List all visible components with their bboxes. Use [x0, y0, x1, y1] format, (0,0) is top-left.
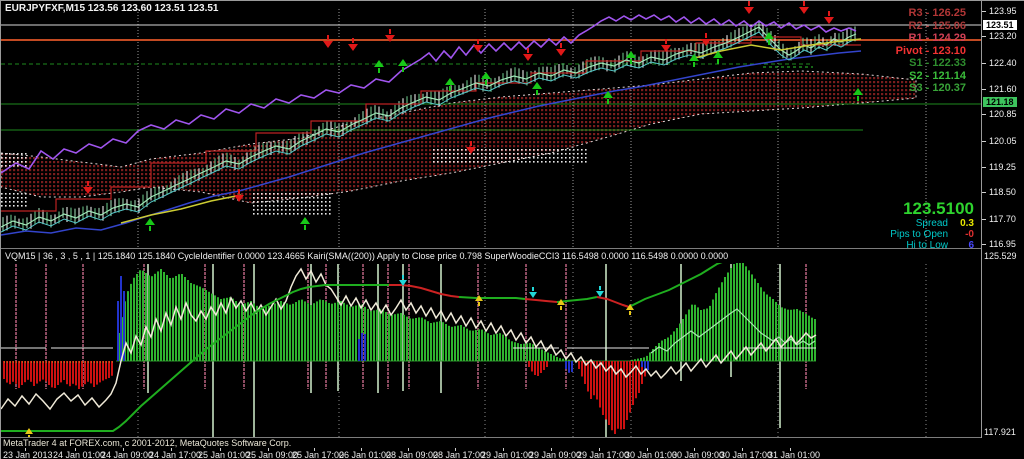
time-label: 26 Jan 01:00 [339, 450, 391, 459]
info-value: 0.3 [948, 218, 974, 229]
time-label: 28 Jan 09:00 [386, 450, 438, 459]
time-label: 24 Jan 17:00 [149, 450, 201, 459]
info-label: Hi to Low [906, 240, 948, 251]
white-dot-band [431, 149, 589, 163]
buy-signal-arrow [398, 59, 408, 72]
bid-price-tag: 123.51 [983, 20, 1017, 30]
lower-indicator-canvas[interactable] [1, 263, 981, 438]
axis-tick-label: 120.85 [989, 109, 1017, 119]
indicator-scale-bottom: 117.921 [984, 427, 1016, 437]
axis-tick-mark [982, 167, 986, 168]
time-label: 30 Jan 17:00 [720, 450, 772, 459]
sell-signal-arrow [824, 11, 834, 24]
axis-tick-mark [982, 11, 986, 12]
level-price-tag: 121.18 [983, 97, 1017, 107]
info-value: 6 [948, 240, 974, 251]
pivot-label: Pivot - 123.10 [896, 45, 966, 58]
info-row: Hi to Low6 [890, 240, 974, 251]
indicator-header: VQM15 | 36 , 3 , 5 , 1 | 125.1840 125.18… [5, 251, 728, 261]
time-label: 29 Jan 01:00 [481, 450, 533, 459]
info-label: Spread [916, 218, 948, 229]
pivot-levels-stack: R3 - 126.25R2 - 125.06R1 - 124.29Pivot -… [896, 7, 966, 95]
buy-signal-arrow [532, 82, 542, 95]
current-price: 123.5100 [890, 200, 974, 218]
pivot-label: R3 - 126.25 [896, 7, 966, 20]
buy-signal-arrow [374, 60, 384, 73]
axis-tick-mark [982, 141, 986, 142]
sell-signal-arrow [323, 35, 333, 48]
price-axis[interactable]: 123.95 123.20 122.40 121.60 120.85 120.05 119.… [981, 1, 1024, 438]
axis-tick-label: 123.20 [989, 31, 1017, 41]
time-label: 25 Jan 17:00 [292, 450, 344, 459]
mt4-window: EURJPYFXF,M15 123.56 123.60 123.51 123.5… [0, 0, 1024, 459]
yellow-up-arrow [475, 295, 483, 306]
white-dot-band [1, 191, 27, 209]
axis-tick-mark [982, 114, 986, 115]
indicator-scale-top: 125.529 [984, 251, 1017, 261]
info-rows: Spread0.3Pips to Open-0Hi to Low6 [890, 218, 974, 251]
white-dot-band [251, 193, 333, 215]
time-axis[interactable]: 23 Jan 201324 Jan 01:0024 Jan 09:0024 Ja… [1, 449, 1024, 459]
signal-line-segment [597, 297, 629, 307]
time-label: 29 Jan 17:00 [577, 450, 629, 459]
signal-line-segment [525, 299, 557, 302]
axis-tick-label: 116.95 [989, 239, 1016, 249]
upper-chart-canvas[interactable] [1, 1, 981, 249]
axis-tick-label: 122.40 [989, 58, 1017, 68]
axis-tick-label: 121.60 [989, 84, 1017, 94]
cyan-down-arrow [529, 287, 537, 298]
time-label: 31 Jan 01:00 [768, 450, 820, 459]
panel-divider [1, 248, 982, 249]
time-label: 30 Jan 01:00 [625, 450, 677, 459]
sell-signal-arrow [799, 1, 809, 14]
axis-tick-label: 123.95 [989, 6, 1017, 16]
axis-tick-mark [982, 89, 986, 90]
pivot-label: S2 - 121.14 [896, 70, 966, 83]
axis-tick-label: 119.25 [989, 162, 1016, 172]
sell-signal-arrow [744, 1, 754, 14]
axis-tick-label: 118.50 [989, 187, 1016, 197]
status-bar: MetaTrader 4 at FOREX.com, c 2001-2012, … [1, 438, 1024, 449]
pivot-label: R2 - 125.06 [896, 20, 966, 33]
buy-signal-arrow [300, 217, 310, 230]
copyright-text: MetaTrader 4 at FOREX.com, c 2001-2012, … [3, 438, 291, 448]
axis-tick-mark [982, 244, 986, 245]
pivot-label: R1 - 124.29 [896, 32, 966, 45]
axis-tick-label: 120.05 [989, 136, 1017, 146]
cyan-down-arrow [596, 286, 604, 297]
pivot-label: S1 - 122.33 [896, 57, 966, 70]
sell-signal-arrow [523, 48, 533, 61]
axis-tick-mark [982, 63, 986, 64]
buy-signal-arrow [145, 218, 155, 231]
signal-line-segment [557, 297, 597, 302]
info-row: Spread0.3 [890, 218, 974, 229]
time-label: 23 Jan 2013 [3, 450, 53, 459]
info-row: Pips to Open-0 [890, 229, 974, 240]
info-value: -0 [948, 229, 974, 240]
pivot-label: S3 - 120.37 [896, 82, 966, 95]
price-info-block: 123.5100 Spread0.3Pips to Open-0Hi to Lo… [890, 200, 974, 251]
axis-tick-mark [982, 219, 986, 220]
signal-line-segment [389, 285, 459, 297]
time-label: 24 Jan 01:00 [53, 450, 105, 459]
info-label: Pips to Open [890, 229, 948, 240]
time-label: 28 Jan 17:00 [433, 450, 485, 459]
time-label: 25 Jan 09:00 [246, 450, 298, 459]
buy-signal-arrow [689, 54, 699, 67]
time-label: 30 Jan 09:00 [672, 450, 724, 459]
axis-tick-label: 117.70 [989, 214, 1016, 224]
chart-ohlc-title: EURJPYFXF,M15 123.56 123.60 123.51 123.5… [5, 3, 218, 14]
axis-tick-mark [982, 192, 986, 193]
signal-line-segment [459, 297, 525, 299]
time-label: 29 Jan 09:00 [529, 450, 581, 459]
time-label: 24 Jan 09:00 [101, 450, 153, 459]
sell-signal-arrow [556, 43, 566, 56]
axis-tick-mark [982, 36, 986, 37]
time-label: 25 Jan 01:00 [198, 450, 250, 459]
